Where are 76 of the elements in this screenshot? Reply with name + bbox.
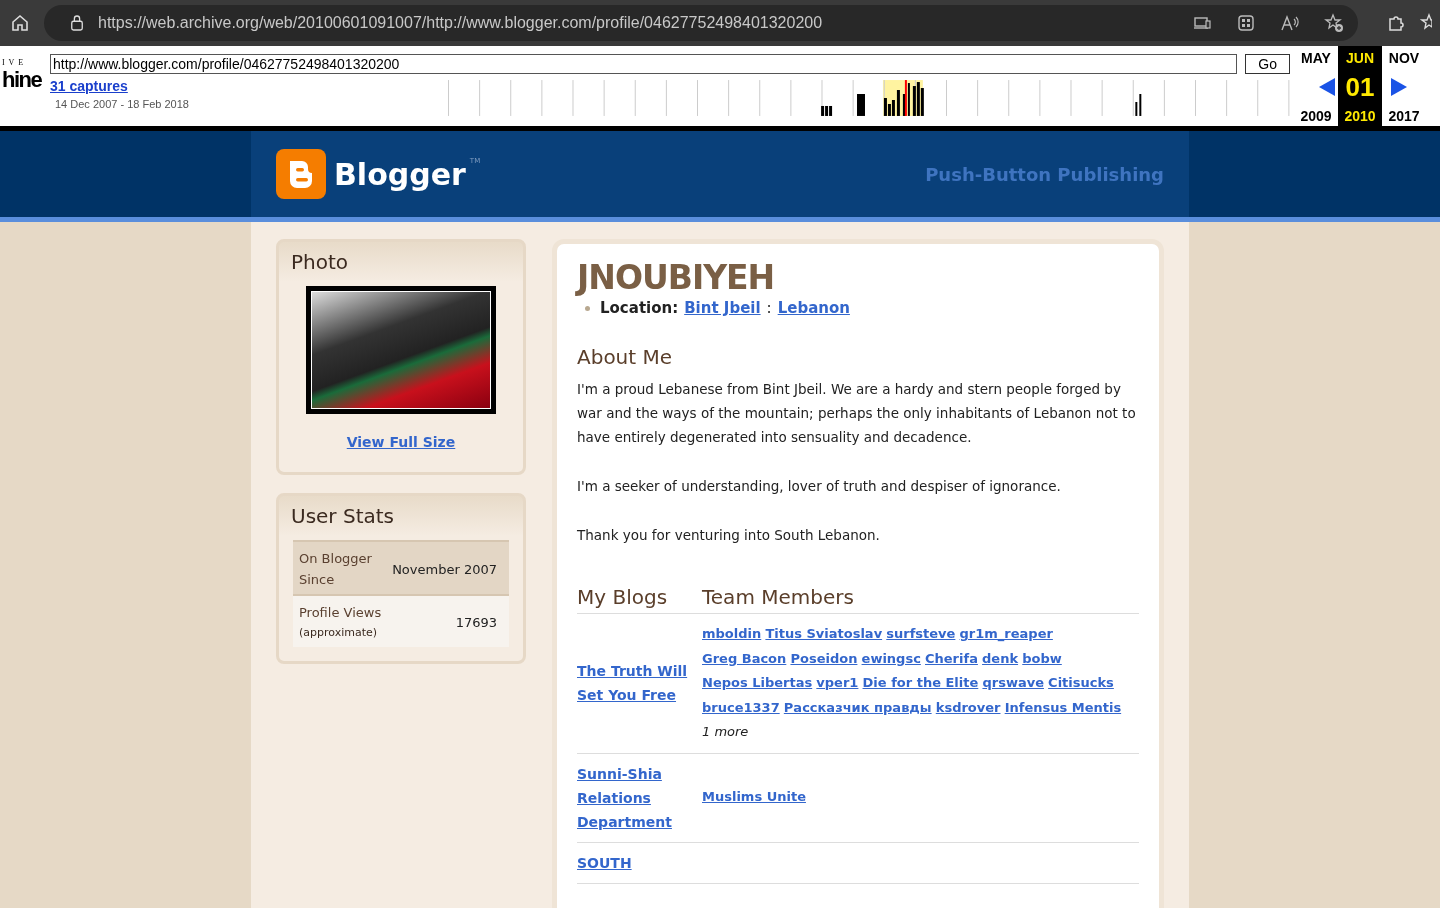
column-heading: Team Members <box>702 585 854 609</box>
team-member-link[interactable]: bobw <box>1022 650 1062 666</box>
puzzle-icon[interactable] <box>1386 13 1406 33</box>
photo-placeholder[interactable] <box>306 286 496 414</box>
panel-title: Photo <box>291 250 350 274</box>
month-label: MAY <box>1301 50 1331 66</box>
separator: : <box>766 299 772 317</box>
location-link[interactable]: Bint Jbeil <box>684 299 761 317</box>
month-column[interactable]: NOV 2017 <box>1382 46 1426 126</box>
date-range: 14 Dec 2007 - 18 Feb 2018 <box>54 98 190 110</box>
team-member-link[interactable]: gr1m_reaper <box>959 626 1053 641</box>
team-member-link[interactable]: Infensus Mentis <box>1004 699 1122 715</box>
panel-title: User Stats <box>291 504 395 528</box>
team-member-link[interactable]: ksdrover <box>935 699 1001 715</box>
view-full-size-link[interactable]: View Full Size <box>291 434 511 450</box>
add-favorite-icon[interactable] <box>1324 13 1344 33</box>
team-member-link[interactable]: Poseidon <box>790 650 858 666</box>
year-label: 2017 <box>1388 108 1420 124</box>
about-paragraph: Thank you for venturing into South Lebanon. <box>577 526 881 545</box>
team-member-link[interactable]: Die for the Elite <box>862 675 979 690</box>
team-member-link[interactable]: mboldin <box>702 626 762 641</box>
home-icon[interactable] <box>10 13 30 33</box>
stat-label: Profile Views <box>299 604 383 622</box>
about-paragraph: I'm a proud Lebanese from Bint Jbeil. We are a hardy and stern people forged by war and the ways of the mountain; perhaps the only inhabitants of Lebanon not to have entirely degenerated into sensuality and decadence. <box>577 380 1137 447</box>
month-column[interactable]: JUN 01 2010 <box>1338 46 1382 126</box>
month-label: NOV <box>1388 50 1420 66</box>
team-member-link[interactable]: Рассказчик правды <box>783 699 932 715</box>
blogger-wordmark: Blogger <box>334 156 466 192</box>
apps-icon[interactable] <box>1236 13 1256 33</box>
year-label: 2010 <box>1344 108 1376 124</box>
stat-note: (approximate) <box>299 625 379 641</box>
url-text: https://web.archive.org/web/20100601091007/http://www.blogger.com/profile/04627752498401320200 <box>98 14 823 32</box>
tagline: Push-Button Publishing <box>925 163 1164 185</box>
month-label: JUN <box>1346 50 1374 66</box>
url-input-field[interactable]: http://www.blogger.com/profile/04627752498401320200 <box>50 54 1238 74</box>
column-heading: My Blogs <box>577 585 669 609</box>
team-member-link[interactable]: Titus Sviatoslav <box>765 626 883 641</box>
section-heading: About Me <box>577 345 674 369</box>
bullet-icon <box>585 305 590 311</box>
previous-arrow-icon[interactable] <box>1318 77 1336 97</box>
stat-value: 17693 <box>455 615 497 630</box>
team-member-link[interactable]: Nepos Libertas <box>702 675 813 690</box>
stat-value: November 2007 <box>392 561 497 577</box>
team-member-link[interactable]: Citisucks <box>1048 675 1114 690</box>
team-member-link[interactable]: denk <box>982 650 1019 666</box>
address-bar[interactable]: https://web.archive.org/web/20100601091007/http://www.blogger.com/profile/04627752498401320200 <box>44 5 1358 41</box>
month-column[interactable]: MAY 2009 <box>1294 46 1338 126</box>
team-member-link[interactable]: vper1 <box>816 675 859 690</box>
capture-histogram-drawing[interactable] <box>448 80 1290 116</box>
blog-link[interactable]: Sunni-Shia Relations Department <box>577 761 702 834</box>
team-member-link[interactable]: surfsteve <box>886 626 956 641</box>
profile-name: JNOUBIYEH <box>577 258 776 297</box>
blogger-logo-icon[interactable] <box>276 149 326 199</box>
team-member-link[interactable]: Cherifa <box>925 650 978 666</box>
logo-text: hine <box>2 67 43 93</box>
lock-icon[interactable] <box>70 15 84 31</box>
stat-label: On Blogger Since <box>299 550 373 589</box>
location-label: Location: <box>600 299 679 317</box>
blog-link[interactable]: SOUTH <box>577 850 702 875</box>
team-member-link[interactable]: bruce1337 <box>702 699 780 715</box>
more-count: 1 more <box>702 724 749 739</box>
team-member-link[interactable]: qrswave <box>982 675 1044 690</box>
team-member-link[interactable]: Muslims Unite <box>702 789 806 805</box>
location-link[interactable]: Lebanon <box>777 299 850 317</box>
logo-text: I V E <box>2 58 26 67</box>
wayback-logo[interactable]: I V E hine <box>0 46 46 126</box>
team-member-link[interactable]: ewingsc <box>861 650 921 666</box>
team-member-link[interactable]: Greg Bacon <box>702 650 787 666</box>
next-arrow-icon[interactable] <box>1390 77 1408 97</box>
day-label: 01 <box>1345 73 1375 101</box>
captures-link[interactable]: 31 captures <box>50 78 449 94</box>
year-label: 2009 <box>1300 108 1332 124</box>
blog-link[interactable]: The Truth Will Set You Free <box>577 659 702 708</box>
about-paragraph: I'm a seeker of understanding, lover of truth and despiser of ignorance. <box>577 477 1062 496</box>
go-button[interactable]: Go <box>1245 54 1290 74</box>
read-aloud-icon[interactable] <box>1280 13 1300 33</box>
